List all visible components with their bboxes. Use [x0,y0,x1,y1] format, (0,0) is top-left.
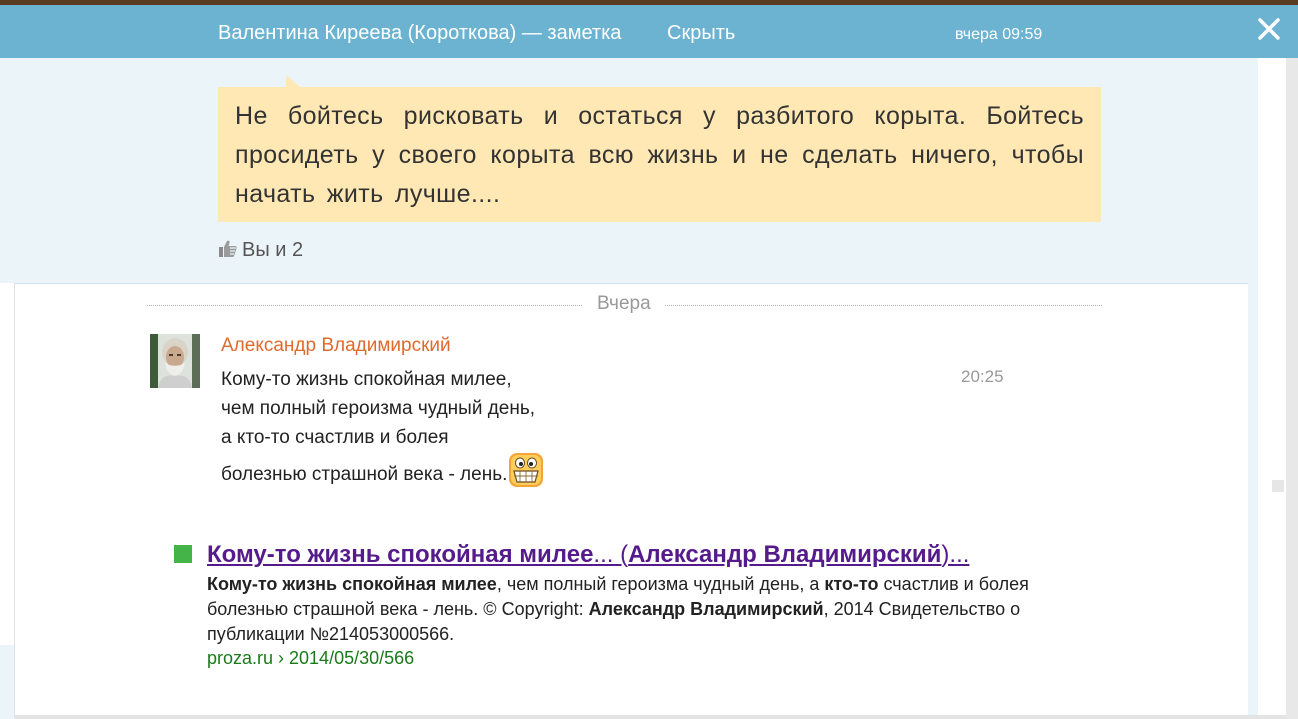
comment-time: 20:25 [961,367,1004,386]
likes-text: Вы и 2 [242,239,304,261]
snippet-bold: Александр Владимирский [588,599,824,619]
search-result-link[interactable]: Кому-то жизнь спокойная милее... (Алекса… [207,541,969,569]
note-bubble: Не бойтесь рисковать и остаться у разбит… [218,87,1101,222]
bubble-tail [286,75,300,87]
comment-last-line: болезнью страшной века - лень. [221,452,544,489]
comment-line: чем полный героизма чудный день, [221,398,536,419]
snippet-bold: кто-то [824,574,879,594]
result-favicon [174,545,192,563]
result-title-text: ... ( [593,541,629,568]
comment-line: Кому-то жизнь спокойная милее, [221,369,512,390]
result-title-text: )... [941,541,970,568]
snippet-text: , чем полный героизма чудный день, а [496,574,825,594]
close-icon[interactable] [1255,15,1283,43]
panel-right-gutter [1258,62,1286,719]
hide-button[interactable]: Скрыть [667,22,735,45]
note-title[interactable]: Валентина Киреева (Короткова) — заметка [218,22,621,45]
likes-button[interactable]: Вы и 2 [218,239,303,262]
comment-line: а кто-то счастлив и болея [221,427,449,448]
result-title-bold: Александр Владимирский [628,541,942,568]
scrollbar-thumb[interactable] [1272,480,1284,492]
bottom-left-panel [0,645,14,719]
date-divider-label: Вчера [583,293,665,315]
note-timestamp: вчера 09:59 [955,26,1043,43]
left-border [14,283,15,719]
avatar[interactable] [150,334,200,388]
panel-right-edge [1248,58,1258,719]
bottom-border [14,715,1286,719]
thumbs-up-icon [219,240,237,257]
result-snippet: Кому-то жизнь спокойная милее, чем полны… [207,572,1097,647]
grinning-smiley-icon [509,453,544,487]
result-title-bold: Кому-то жизнь спокойная милее [207,541,594,568]
note-header: Валентина Киреева (Короткова) — заметка … [0,5,1298,58]
left-gutter [0,283,14,645]
window-right-border [1286,58,1298,719]
result-url[interactable]: proza.ru › 2014/05/30/566 [207,648,414,669]
comment-author[interactable]: Александр Владимирский [221,335,451,357]
comment-text: Кому-то жизнь спокойная милее, чем полны… [221,365,544,489]
snippet-bold: Кому-то жизнь спокойная милее [207,574,497,594]
comment-line: болезнью страшной века - лень. [221,464,508,485]
